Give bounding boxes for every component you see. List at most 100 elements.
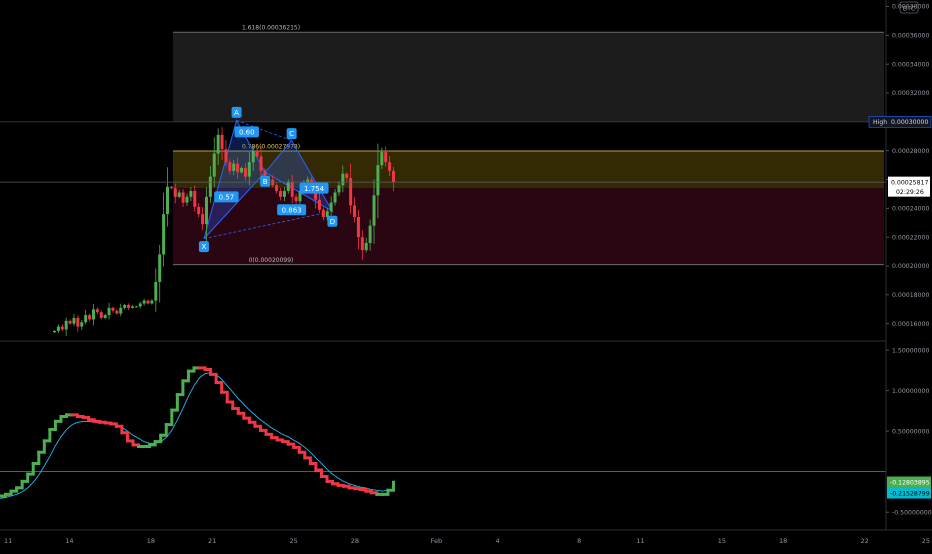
current-price-badge[interactable]: 0.00025817 02:29:26 <box>888 176 930 197</box>
oscillator-signal-badge[interactable]: -0.21528799 <box>887 487 931 499</box>
fib-level-label-2: 0(0.00020099) <box>249 257 294 264</box>
candle-body <box>107 307 111 316</box>
time-tick-label: 4 <box>496 537 500 545</box>
candle-body <box>228 162 232 171</box>
candle-body <box>372 195 376 226</box>
candle-body <box>111 307 115 311</box>
price-tick-label: 0.00028000 <box>892 148 929 155</box>
candle-body <box>384 152 388 163</box>
high-price-badge[interactable]: High 0.00030000 <box>868 116 932 128</box>
pattern-point-x[interactable]: X <box>198 241 209 253</box>
candle-body <box>376 165 380 196</box>
price-tick-label: 0.00020000 <box>892 263 929 270</box>
candle-body <box>282 191 286 197</box>
candle-body <box>130 306 134 308</box>
pattern-ratio-1-text: 0.57 <box>219 193 235 201</box>
candle-body <box>193 191 197 207</box>
pattern-ratio-0[interactable]: 0.60 <box>234 126 259 138</box>
candle-body <box>150 300 154 304</box>
fib-zone-lower <box>173 188 884 265</box>
time-tick-label: 18 <box>779 537 787 545</box>
candle-body <box>158 254 162 282</box>
price-tick-label: 0.00032000 <box>892 90 929 97</box>
candle-body <box>204 196 208 225</box>
candle-body <box>353 205 357 217</box>
chart-canvas[interactable]: 1.618(0.00036215)0.786(0.00027978)0(0.00… <box>0 0 932 550</box>
candle-body <box>212 153 216 177</box>
candle-body <box>197 206 201 215</box>
candle-body <box>208 176 212 197</box>
candle-body <box>216 134 220 154</box>
candle-body <box>232 163 236 171</box>
candle-body <box>119 307 123 314</box>
price-tick-label: 0.00018000 <box>892 292 929 299</box>
candle-body <box>162 214 166 255</box>
oscillator-main-badge[interactable]: -0.12803895 <box>887 476 931 488</box>
candle-body <box>251 150 255 163</box>
candle-body <box>185 196 189 203</box>
oscillator-main-value: -0.12803895 <box>890 479 930 486</box>
candle-body <box>201 214 205 225</box>
candle-body <box>60 326 64 330</box>
candle-body <box>154 281 158 301</box>
candle-body <box>290 182 294 197</box>
time-tick-label: 25 <box>290 537 298 545</box>
candle-body <box>127 304 131 308</box>
price-tick-label: 0.00036000 <box>892 33 929 40</box>
candle-body <box>123 304 127 308</box>
oscillator-tick-label: 0.50000000 <box>892 428 929 435</box>
pattern-point-a[interactable]: A <box>231 106 242 118</box>
high-price-badge-label: High <box>873 119 887 126</box>
candle-body <box>259 156 263 171</box>
candle-body <box>134 306 138 308</box>
time-tick-label: 21 <box>208 537 216 545</box>
current-price-value: 0.00025817 <box>891 179 928 186</box>
price-tick-label: 0.00034000 <box>892 61 929 68</box>
pattern-ratio-0-text: 0.60 <box>239 129 255 137</box>
time-tick-label: 11 <box>4 537 12 545</box>
candle-body <box>189 191 193 197</box>
candle-body <box>321 209 325 217</box>
pattern-point-a-text: A <box>234 109 239 117</box>
candle-body <box>294 196 298 202</box>
candle-body <box>88 315 92 320</box>
pattern-point-d[interactable]: D <box>327 215 338 227</box>
candle-body <box>380 152 384 166</box>
pattern-ratio-1[interactable]: 0.57 <box>214 191 239 203</box>
candle-body <box>103 315 107 318</box>
candle-body <box>68 320 72 324</box>
price-tick-label: 0.00016000 <box>892 321 929 328</box>
pattern-ratio-3[interactable]: 1.754 <box>299 182 329 194</box>
candle-body <box>356 217 360 238</box>
time-tick-label: 15 <box>718 537 726 545</box>
candle-body <box>368 225 372 243</box>
candle-body <box>56 326 60 331</box>
pattern-point-x-text: X <box>202 243 207 251</box>
candle-body <box>345 173 349 179</box>
trading-chart[interactable]: 1.618(0.00036215) 0.786(0.00027978) 0(0.00… <box>0 0 932 550</box>
candle-body <box>317 199 321 210</box>
pattern-point-c[interactable]: C <box>286 128 297 140</box>
pattern-point-c-text: C <box>289 130 294 138</box>
candle-body <box>220 134 224 150</box>
fib-zone-upper <box>173 32 884 122</box>
time-tick-label: 11 <box>636 537 644 545</box>
time-tick-label: 25 <box>922 537 930 545</box>
pattern-point-b[interactable]: B <box>260 175 271 187</box>
candle-body <box>80 322 84 327</box>
candle-body <box>224 149 228 163</box>
candle-body <box>76 317 80 327</box>
candle-body <box>64 320 68 330</box>
time-tick-label: 8 <box>577 537 581 545</box>
time-tick-label: Feb <box>431 537 443 545</box>
candle-body <box>341 173 345 186</box>
candle-body <box>243 167 247 177</box>
pattern-ratio-2[interactable]: 0.863 <box>277 204 307 216</box>
candle-body <box>286 182 290 192</box>
currency-badge-text: BTC <box>903 5 916 13</box>
candle-body <box>169 186 173 189</box>
bar-countdown: 02:29:26 <box>896 189 924 196</box>
candle-body <box>138 303 142 307</box>
candle-body <box>84 315 88 323</box>
candle-body <box>146 300 150 304</box>
